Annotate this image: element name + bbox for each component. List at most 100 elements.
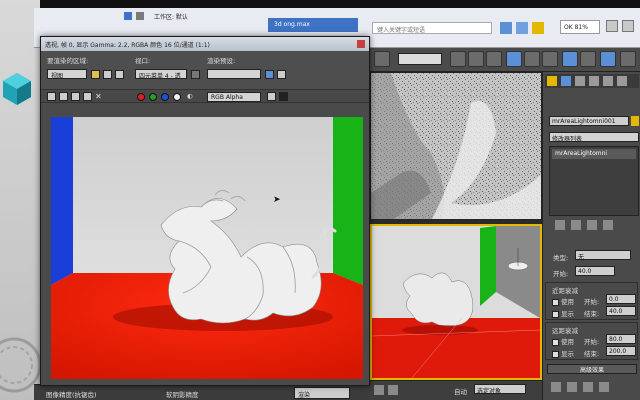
near-use-checkbox[interactable]: 使用: [552, 296, 574, 306]
near-end-label: 结束:: [584, 310, 600, 318]
viewport-top[interactable]: [370, 72, 542, 220]
region-dropdown[interactable]: 视图: [47, 69, 87, 80]
hierarchy-tab-icon[interactable]: [575, 76, 585, 86]
orbit-icon[interactable]: [583, 382, 593, 392]
background-swatch[interactable]: [279, 92, 288, 101]
auto-region-icon[interactable]: [103, 70, 112, 79]
render-setup-icon[interactable]: [265, 70, 274, 79]
channel-dropdown[interactable]: RGB Alpha: [207, 92, 261, 102]
angle-snap-icon[interactable]: [524, 51, 540, 67]
stack-tools: [549, 220, 639, 232]
copy-image-icon[interactable]: [59, 92, 68, 101]
rendered-frame-window: 透视, 帧 0, 显示 Gamma: 2.2, RGBA 颜色 16 位/通道 …: [40, 36, 370, 386]
near-attenuation-group: 近距衰减 使用 显示 开始: 0.0 结束: 40.0: [545, 282, 638, 320]
far-show-checkbox[interactable]: 显示: [552, 348, 574, 358]
shadow-type-dropdown[interactable]: 无: [575, 250, 631, 261]
binoculars-icon[interactable]: [500, 22, 512, 34]
search-input[interactable]: 键入关键字或短语: [372, 22, 492, 34]
select-icon[interactable]: [374, 51, 390, 67]
edit-region-icon[interactable]: [91, 70, 100, 79]
pan-icon[interactable]: [567, 382, 577, 392]
viewport-perspective[interactable]: [370, 224, 542, 380]
align-icon[interactable]: [580, 51, 596, 67]
render-button[interactable]: 渲染: [294, 387, 350, 399]
near-end-input[interactable]: 40.0: [606, 306, 636, 316]
far-begin-input[interactable]: 80.0: [606, 334, 636, 344]
3dsmax-logo-icon: [3, 73, 31, 105]
utilities-tab-icon[interactable]: [617, 76, 627, 86]
preset-dropdown[interactable]: [207, 69, 261, 79]
render-scene: [51, 117, 363, 379]
blue-wall: [51, 117, 73, 285]
start-input[interactable]: 40.0: [575, 266, 615, 276]
mirror-icon[interactable]: [562, 51, 578, 67]
desktop-left-strip: [0, 0, 40, 400]
main-toolbar: [370, 48, 640, 72]
selection-filter-dropdown[interactable]: 选定对象: [474, 384, 526, 395]
account-badge[interactable]: OK 81%: [560, 20, 600, 34]
link-icon[interactable]: [450, 51, 466, 67]
environment-icon[interactable]: [277, 70, 286, 79]
file-tab[interactable]: 3d ong.max: [268, 18, 358, 32]
start-label: 开始:: [553, 270, 569, 278]
mono-toggle-icon[interactable]: ◐: [187, 92, 193, 100]
star-icon[interactable]: [516, 22, 528, 34]
show-end-result-icon[interactable]: [571, 220, 581, 230]
render-window-close-icon[interactable]: [357, 40, 365, 48]
bind-icon[interactable]: [486, 51, 502, 67]
create-tab-icon[interactable]: [547, 76, 557, 86]
render-setup-icon[interactable]: [600, 51, 616, 67]
region-label: 要渲染的区域:: [47, 57, 89, 65]
clear-icon[interactable]: ✕: [95, 92, 102, 101]
key-icon[interactable]: [388, 385, 398, 395]
quick-access-icon[interactable]: [124, 12, 132, 20]
remove-modifier-icon[interactable]: [603, 220, 613, 230]
clone-frame-icon[interactable]: [71, 92, 80, 101]
modifier-list-dropdown[interactable]: 修改器列表: [549, 132, 639, 143]
object-name-input[interactable]: mrAreaLightomni001: [549, 116, 629, 126]
near-begin-label: 开始:: [584, 298, 600, 306]
snap-icon[interactable]: [506, 51, 522, 67]
modifier-stack: mrAreaLightomni: [549, 146, 639, 216]
motion-tab-icon[interactable]: [589, 76, 599, 86]
lock-viewport-icon[interactable]: [191, 70, 200, 79]
display-tab-icon[interactable]: [603, 76, 613, 86]
top-dark-band: [40, 0, 640, 8]
near-begin-input[interactable]: 0.0: [606, 294, 636, 304]
green-channel-toggle[interactable]: [149, 93, 157, 101]
alpha-channel-toggle[interactable]: [173, 93, 181, 101]
render-teapot-icon[interactable]: [620, 51, 636, 67]
command-panel: mrAreaLightomni001 修改器列表 mrAreaLightomni…: [542, 72, 640, 400]
histogram-icon[interactable]: [267, 92, 276, 101]
selection-set-field[interactable]: [398, 53, 442, 65]
modifier-stack-item[interactable]: mrAreaLightomni: [552, 149, 636, 159]
red-channel-toggle[interactable]: [137, 93, 145, 101]
pin-stack-icon[interactable]: [555, 220, 565, 230]
lock-icon[interactable]: [374, 385, 384, 395]
command-panel-tabs: [545, 74, 639, 88]
make-unique-icon[interactable]: [587, 220, 597, 230]
minimize-icon[interactable]: [606, 20, 618, 32]
reset-region-icon[interactable]: [115, 70, 124, 79]
advanced-effects-rollout[interactable]: 高级效果: [547, 364, 637, 374]
modify-tab-icon[interactable]: [561, 76, 571, 86]
mouse-cursor-icon: ➤: [273, 195, 281, 205]
unlink-icon[interactable]: [468, 51, 484, 67]
print-icon[interactable]: [83, 92, 92, 101]
far-begin-label: 开始:: [584, 338, 600, 346]
far-use-checkbox[interactable]: 使用: [552, 336, 574, 346]
shadow-type-label: 类型:: [553, 254, 569, 262]
zoom-icon[interactable]: [551, 382, 561, 392]
fov-icon[interactable]: [599, 382, 609, 392]
far-attenuation-group: 远距衰减 使用 显示 开始: 80.0 结束: 200.0: [545, 322, 638, 360]
near-show-checkbox[interactable]: 显示: [552, 308, 574, 318]
far-end-input[interactable]: 200.0: [606, 346, 636, 356]
percent-snap-icon[interactable]: [542, 51, 558, 67]
close-icon[interactable]: [622, 20, 634, 32]
blue-channel-toggle[interactable]: [161, 93, 169, 101]
viewport-dropdown[interactable]: 四元菜单 4 - 透: [135, 69, 187, 80]
help-icon[interactable]: [532, 22, 544, 34]
object-color-swatch[interactable]: [631, 116, 639, 126]
undo-icon[interactable]: [136, 12, 144, 20]
save-image-icon[interactable]: [47, 92, 56, 101]
